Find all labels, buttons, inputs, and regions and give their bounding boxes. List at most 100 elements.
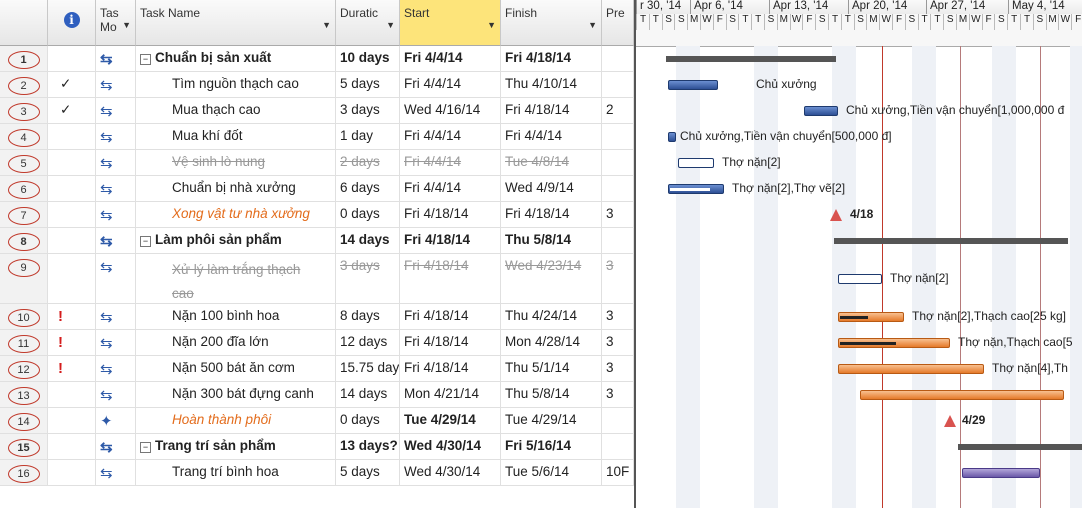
start-cell[interactable]: Fri 4/18/14 (400, 254, 501, 303)
task-name-cell[interactable]: − Làm phôi sản phẩm (136, 228, 336, 253)
row-id-cell[interactable]: 12 (0, 356, 48, 381)
task-mode-cell[interactable]: ⇆ (96, 330, 136, 355)
duration-cell[interactable]: 12 days (336, 330, 400, 355)
finish-cell[interactable]: Tue 5/6/14 (501, 460, 602, 485)
finish-cell[interactable]: Thu 5/1/14 (501, 356, 602, 381)
task-mode-cell[interactable]: ⇆ (96, 356, 136, 381)
task-name-cell[interactable]: Nặn 200 đĩa lớn (136, 330, 336, 355)
duration-cell[interactable]: 5 days (336, 460, 400, 485)
start-cell[interactable]: Fri 4/4/14 (400, 150, 501, 175)
header-id[interactable] (0, 0, 48, 46)
duration-cell[interactable]: 15.75 day (336, 356, 400, 381)
finish-cell[interactable]: Tue 4/8/14 (501, 150, 602, 175)
start-cell[interactable]: Fri 4/4/14 (400, 124, 501, 149)
row-id-cell[interactable]: 5 (0, 150, 48, 175)
finish-cell[interactable]: Thu 5/8/14 (501, 382, 602, 407)
header-start[interactable]: Start ▼ (400, 0, 501, 46)
duration-cell[interactable]: 3 days (336, 254, 400, 303)
predecessors-cell[interactable]: 3 (602, 202, 634, 227)
header-finish[interactable]: Finish ▼ (501, 0, 602, 46)
task-bar[interactable] (678, 158, 714, 168)
header-task-name[interactable]: Task Name ▼ (136, 0, 336, 46)
row-id-cell[interactable]: 4 (0, 124, 48, 149)
finish-cell[interactable]: Tue 4/29/14 (501, 408, 602, 433)
start-cell[interactable]: Wed 4/30/14 (400, 434, 501, 459)
table-row[interactable]: 1 ⇆ − Chuẩn bị sản xuất 10 days Fri 4/4/14 Fri… (0, 46, 634, 72)
collapse-icon[interactable]: − (140, 236, 151, 247)
table-row[interactable]: 14 ✦ Hoàn thành phôi 0 days Tue 4/29/14 Tue 4… (0, 408, 634, 434)
table-row[interactable]: 3 ✓ ⇆ Mua thạch cao 3 days Wed 4/16/14 Fri 4/1… (0, 98, 634, 124)
task-mode-cell[interactable]: ⇆ (96, 434, 136, 459)
row-id-cell[interactable]: 16 (0, 460, 48, 485)
row-id-cell[interactable]: 8 (0, 228, 48, 253)
row-id-cell[interactable]: 6 (0, 176, 48, 201)
duration-cell[interactable]: 2 days (336, 150, 400, 175)
start-cell[interactable]: Fri 4/4/14 (400, 46, 501, 71)
row-id-cell[interactable]: 3 (0, 98, 48, 123)
start-cell[interactable]: Fri 4/18/14 (400, 356, 501, 381)
summary-bar[interactable] (834, 238, 1068, 244)
table-row[interactable]: 8 ⇆ − Làm phôi sản phẩm 14 days Fri 4/18/14 Th… (0, 228, 634, 254)
row-id-cell[interactable]: 9 (0, 254, 48, 303)
finish-cell[interactable]: Fri 4/4/14 (501, 124, 602, 149)
task-bar[interactable] (668, 80, 718, 90)
dropdown-arrow-icon[interactable]: ▼ (122, 20, 131, 30)
header-indicators[interactable]: i (48, 0, 96, 46)
task-mode-cell[interactable]: ✦ (96, 408, 136, 433)
finish-cell[interactable]: Wed 4/23/14 (501, 254, 602, 303)
duration-cell[interactable]: 14 days (336, 228, 400, 253)
task-name-cell[interactable]: Mua khí đốt (136, 124, 336, 149)
table-row[interactable]: 16 ⇆ Trang trí bình hoa 5 days Wed 4/30/14 Tu… (0, 460, 634, 486)
task-name-cell[interactable]: Vệ sinh lò nung (136, 150, 336, 175)
duration-cell[interactable]: 8 days (336, 304, 400, 329)
summary-bar[interactable] (666, 56, 836, 62)
finish-cell[interactable]: Thu 5/8/14 (501, 228, 602, 253)
finish-cell[interactable]: Fri 4/18/14 (501, 46, 602, 71)
table-row[interactable]: 6 ⇆ Chuẩn bị nhà xưởng 6 days Fri 4/4/14 Wed … (0, 176, 634, 202)
task-name-cell[interactable]: Xử lý làm trắng thạch cao (136, 254, 336, 303)
predecessors-cell[interactable] (602, 176, 634, 201)
table-row[interactable]: 12! ⇆ Nặn 500 bát ăn cơm 15.75 day Fri 4/18/… (0, 356, 634, 382)
start-cell[interactable]: Fri 4/4/14 (400, 72, 501, 97)
predecessors-cell[interactable]: 3 (602, 356, 634, 381)
dropdown-arrow-icon[interactable]: ▼ (588, 20, 597, 30)
task-bar[interactable] (962, 468, 1040, 478)
task-name-cell[interactable]: Tìm nguồn thạch cao (136, 72, 336, 97)
task-mode-cell[interactable]: ⇆ (96, 304, 136, 329)
predecessors-cell[interactable] (602, 434, 634, 459)
table-row[interactable]: 7 ⇆ Xong vật tư nhà xưởng 0 days Fri 4/18/14… (0, 202, 634, 228)
finish-cell[interactable]: Thu 4/24/14 (501, 304, 602, 329)
task-name-cell[interactable]: Nặn 300 bát đựng canh (136, 382, 336, 407)
task-name-cell[interactable]: − Trang trí sản phẩm (136, 434, 336, 459)
collapse-icon[interactable]: − (140, 442, 151, 453)
start-cell[interactable]: Fri 4/18/14 (400, 304, 501, 329)
task-mode-cell[interactable]: ⇆ (96, 202, 136, 227)
task-mode-cell[interactable]: ⇆ (96, 176, 136, 201)
predecessors-cell[interactable]: 3 (602, 382, 634, 407)
row-id-cell[interactable]: 15 (0, 434, 48, 459)
predecessors-cell[interactable] (602, 72, 634, 97)
start-cell[interactable]: Tue 4/29/14 (400, 408, 501, 433)
row-id-cell[interactable]: 14 (0, 408, 48, 433)
task-bar[interactable] (668, 132, 676, 142)
start-cell[interactable]: Wed 4/16/14 (400, 98, 501, 123)
task-name-cell[interactable]: Nặn 500 bát ăn cơm (136, 356, 336, 381)
task-mode-cell[interactable]: ⇆ (96, 150, 136, 175)
task-mode-cell[interactable]: ⇆ (96, 382, 136, 407)
header-duration[interactable]: Duratic ▼ (336, 0, 400, 46)
start-cell[interactable]: Fri 4/4/14 (400, 176, 501, 201)
summary-bar[interactable] (958, 444, 1082, 450)
row-id-cell[interactable]: 1 (0, 46, 48, 71)
table-row[interactable]: 10! ⇆ Nặn 100 bình hoa 8 days Fri 4/18/14 Thu… (0, 304, 634, 330)
predecessors-cell[interactable] (602, 228, 634, 253)
finish-cell[interactable]: Wed 4/9/14 (501, 176, 602, 201)
finish-cell[interactable]: Fri 5/16/14 (501, 434, 602, 459)
predecessors-cell[interactable] (602, 408, 634, 433)
row-id-cell[interactable]: 13 (0, 382, 48, 407)
task-mode-cell[interactable]: ⇆ (96, 98, 136, 123)
predecessors-cell[interactable]: 10F (602, 460, 634, 485)
task-mode-cell[interactable]: ⇆ (96, 72, 136, 97)
duration-cell[interactable]: 13 days? (336, 434, 400, 459)
duration-cell[interactable]: 0 days (336, 202, 400, 227)
predecessors-cell[interactable] (602, 46, 634, 71)
